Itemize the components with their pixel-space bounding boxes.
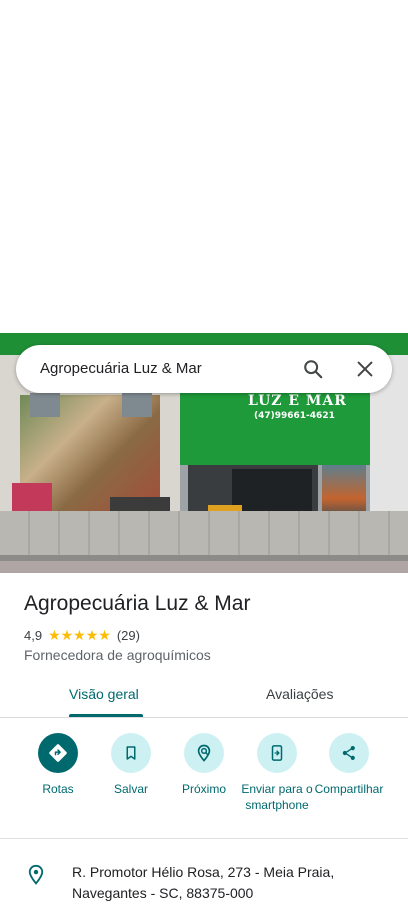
store-sign-text: LUZ E MAR (248, 393, 347, 409)
send-to-phone-icon (271, 745, 283, 761)
share-icon (342, 746, 355, 760)
rating-row[interactable]: 4,9 ★★★★★ (29) (24, 626, 140, 644)
divider (0, 838, 408, 839)
rating-stars: ★★★★★ (48, 626, 111, 643)
rating-value: 4,9 (24, 627, 43, 643)
search-icon[interactable] (302, 358, 324, 380)
tab-overview[interactable]: Visão geral (69, 686, 139, 702)
search-query[interactable]: Agropecuária Luz & Mar (40, 360, 202, 377)
blank-area (0, 0, 408, 333)
save-button[interactable]: Salvar (91, 731, 171, 797)
address[interactable]: R. Promotor Hélio Rosa, 273 - Meia Praia… (72, 862, 334, 904)
review-count[interactable]: (29) (117, 628, 140, 643)
directions-label: Rotas (42, 782, 74, 796)
address-line-2: Navegantes - SC, 88375-000 (72, 885, 254, 901)
bookmark-icon (126, 746, 136, 760)
directions-icon (49, 744, 67, 762)
location-pin-icon (28, 864, 44, 885)
nearby-label: Próximo (181, 782, 226, 796)
action-bar: Rotas Salvar Próximo Enviar para o smart… (0, 731, 408, 839)
send-to-phone-button[interactable]: Enviar para o smartphone (237, 731, 317, 813)
place-category[interactable]: Fornecedora de agroquímicos (24, 647, 211, 663)
address-line-1: R. Promotor Hélio Rosa, 273 - Meia Praia… (72, 864, 335, 880)
place-title: Agropecuária Luz & Mar (24, 592, 251, 615)
close-icon[interactable] (354, 358, 376, 380)
store-sign-phone: (47)99661-4621 (254, 411, 335, 421)
directions-button[interactable]: Rotas (18, 731, 98, 797)
tab-reviews[interactable]: Avaliações (266, 686, 333, 702)
nearby-icon (197, 744, 211, 762)
active-tab-indicator (69, 714, 143, 717)
share-button[interactable]: Compartilhar (309, 731, 389, 797)
tab-bar: Visão geral Avaliações (0, 672, 408, 718)
send-to-phone-label: Enviar para o smartphone (241, 782, 313, 812)
save-label: Salvar (113, 782, 148, 796)
search-bar[interactable]: Agropecuária Luz & Mar (16, 345, 392, 393)
nearby-button[interactable]: Próximo (164, 731, 244, 797)
share-label: Compartilhar (314, 782, 384, 796)
